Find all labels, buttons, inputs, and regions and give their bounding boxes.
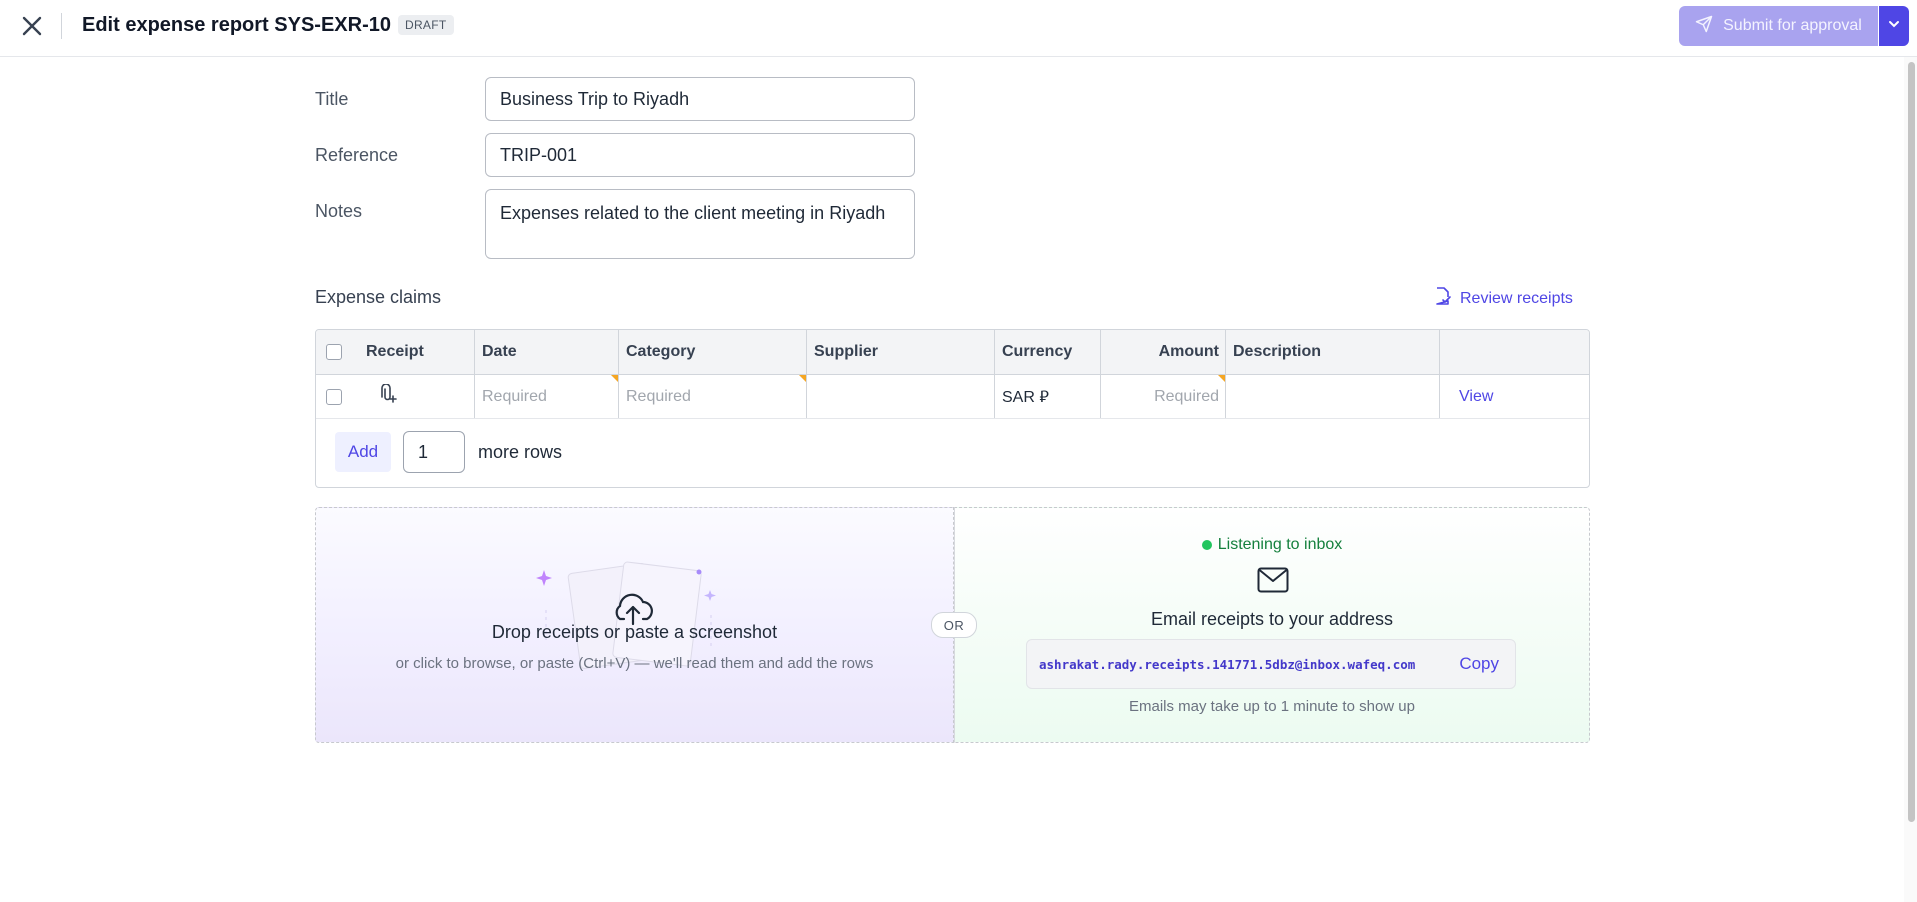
date-placeholder: Required [482,387,547,405]
currency-cell[interactable]: SAR ⃁ [994,375,1100,418]
supplier-cell[interactable] [806,375,994,418]
email-note: Emails may take up to 1 minute to show u… [1129,698,1415,715]
status-badge: DRAFT [398,15,454,35]
select-all-checkbox[interactable] [326,344,342,360]
close-icon[interactable] [18,12,46,40]
col-receipt: Receipt [366,343,424,360]
expense-claims-table: Receipt Date Category Supplier Currency … [315,329,1590,488]
submit-button-group: Submit for approval [1679,6,1909,46]
table-row: Required Required SAR ⃁ Required View [316,375,1589,419]
table-header: Receipt Date Category Supplier Currency … [316,330,1589,375]
status-dot [1201,540,1212,550]
submit-for-approval-button[interactable]: Submit for approval [1679,6,1878,46]
receipt-check-icon [1432,286,1452,311]
receipt-cell [352,375,474,418]
category-cell[interactable]: Required [618,375,806,418]
send-icon [1695,15,1713,38]
review-receipts-link[interactable]: Review receipts [1432,286,1573,311]
rows-count-input[interactable] [403,431,465,473]
scrollbar-thumb[interactable] [1908,62,1915,822]
email-address-box: ashrakat.rady.receipts.141771.5dbz@inbox… [1026,639,1516,689]
or-divider: OR [931,612,977,638]
copy-button[interactable]: Copy [1459,654,1499,674]
col-amount: Amount [1100,330,1225,374]
col-description: Description [1225,330,1439,374]
row-checkbox[interactable] [326,388,342,405]
col-date: Date [474,330,618,374]
expense-claims-heading: Expense claims [315,287,442,307]
notes-label: Notes [315,201,363,221]
date-cell[interactable]: Required [474,375,618,418]
col-category: Category [618,330,806,374]
email-receipts-panel: Listening to inbox Email receipts to you… [954,507,1590,743]
more-rows-label: more rows [478,442,563,462]
page-title: Edit expense report SYS-EXR-10 [82,14,391,36]
notes-textarea[interactable]: Expenses related to the client meeting i… [485,189,915,259]
chevron-down-icon [1887,17,1901,36]
paperclip-add-icon[interactable] [378,383,398,409]
row-select-cell [316,375,352,418]
divider [61,13,62,39]
category-placeholder: Required [626,387,691,405]
required-flag [1218,375,1225,382]
email-title: Email receipts to your address [1150,609,1394,629]
envelope-icon [1257,567,1289,598]
required-flag [799,375,806,382]
col-actions [1439,330,1589,374]
review-receipts-label: Review receipts [1460,289,1573,307]
amount-cell[interactable]: Required [1100,375,1225,418]
drop-title: Drop receipts or paste a screenshot [491,622,778,642]
reference-input[interactable] [485,133,915,177]
description-cell[interactable] [1225,375,1439,418]
title-label: Title [315,89,349,109]
submit-options-button[interactable] [1879,6,1909,46]
add-rows-button[interactable]: Add [335,432,391,472]
top-bar: Edit expense report SYS-EXR-10 DRAFT Sub… [0,0,1917,57]
amount-placeholder: Required [1154,387,1219,405]
col-currency: Currency [994,330,1100,374]
view-link[interactable]: View [1459,388,1493,406]
cloud-upload-icon [536,561,716,669]
inbox-status: Listening to inbox [955,536,1589,554]
inbox-status-label: Listening to inbox [1217,536,1343,553]
reference-label: Reference [315,145,399,165]
email-address: ashrakat.rady.receipts.141771.5dbz@inbox… [1039,657,1416,672]
submit-label: Submit for approval [1723,17,1862,34]
receipt-drop-zone[interactable]: Drop receipts or paste a screenshot or c… [315,507,954,743]
title-input[interactable] [485,77,915,121]
drop-subtitle: or click to browse, or paste (Ctrl+V) — … [395,655,874,672]
actions-cell: View [1439,375,1589,418]
col-supplier: Supplier [806,330,994,374]
select-all-cell [316,330,352,374]
required-flag [611,375,618,382]
